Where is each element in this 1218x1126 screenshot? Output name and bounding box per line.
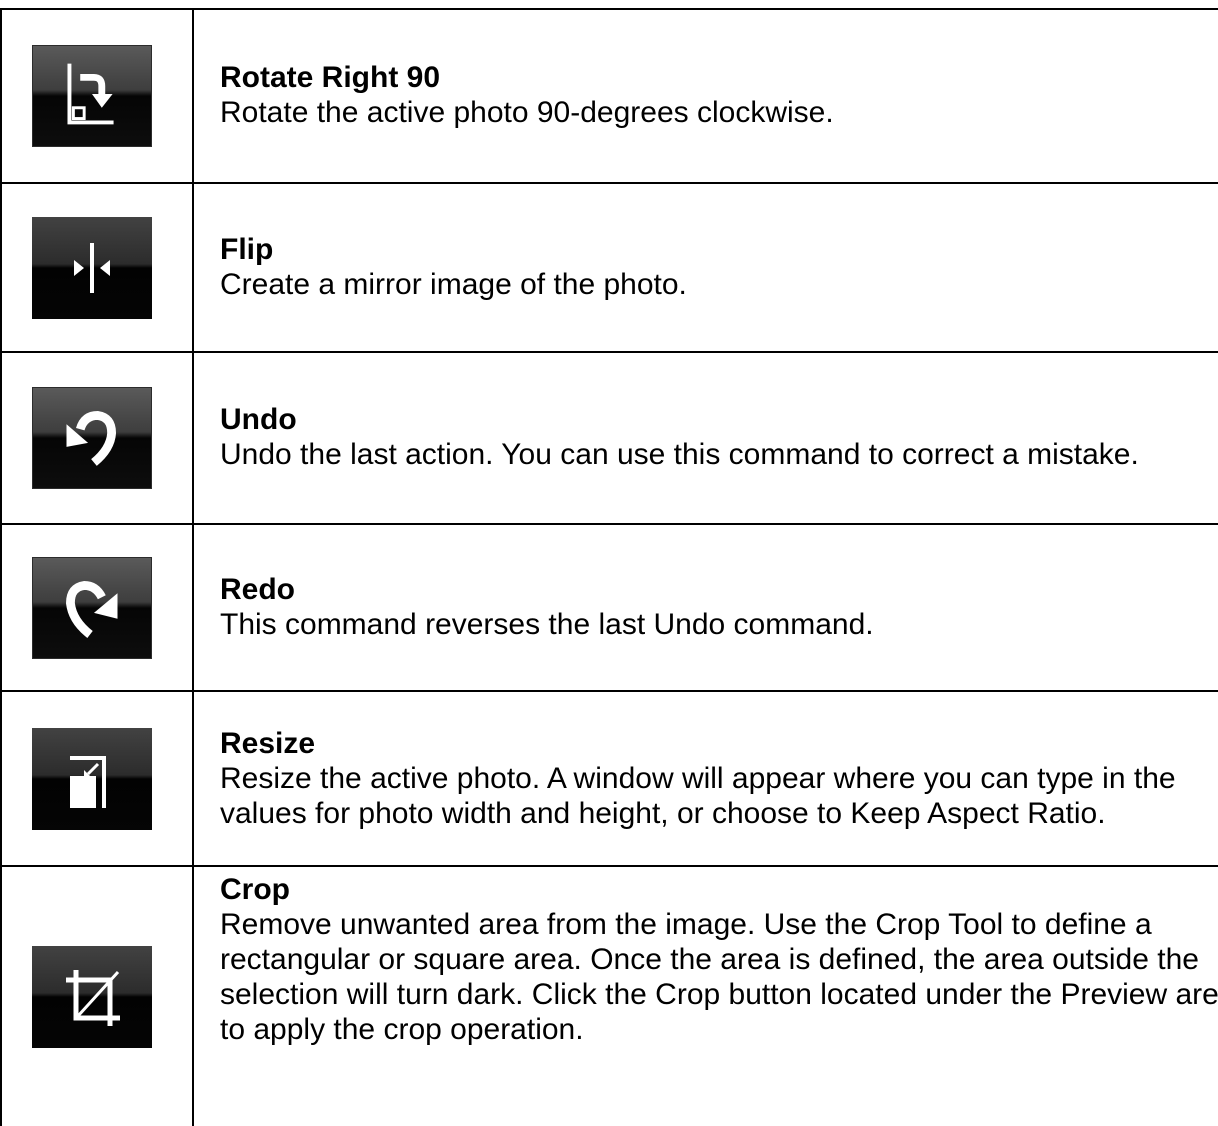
command-row-undo: Undo Undo the last action. You can use t… (0, 351, 1218, 525)
icon-cell (0, 182, 194, 353)
command-description: Resize the active photo. A window will a… (220, 761, 1176, 830)
command-description: Create a mirror image of the photo. (220, 267, 687, 301)
command-description: Rotate the active photo 90-degrees clock… (220, 96, 834, 129)
command-title: Rotate Right 90 (220, 61, 441, 94)
command-description: Undo the last action. You can use this c… (220, 438, 1139, 471)
undo-button[interactable] (32, 387, 152, 489)
flip-icon (74, 242, 110, 293)
command-title: Resize (220, 726, 316, 760)
command-row-flip: Flip Create a mirror image of the photo. (0, 182, 1218, 353)
command-table: Rotate Right 90 Rotate the active photo … (0, 8, 1218, 1126)
icon-cell (0, 8, 194, 184)
flip-button[interactable] (32, 216, 152, 319)
command-row-rotate-right: Rotate Right 90 Rotate the active photo … (0, 8, 1218, 184)
command-description: Remove unwanted area from the image. Use… (220, 908, 1218, 1046)
command-title: Redo (220, 572, 295, 606)
text-cell: Rotate Right 90 Rotate the active photo … (192, 8, 1218, 184)
text-cell: Resize Resize the active photo. A window… (192, 690, 1218, 867)
icon-cell (0, 865, 194, 1126)
text-cell: Undo Undo the last action. You can use t… (192, 351, 1218, 525)
text-wrap: Crop Remove unwanted area from the image… (220, 867, 1218, 1047)
text-cell: Crop Remove unwanted area from the image… (192, 865, 1218, 1126)
icon-cell (0, 351, 194, 525)
command-row-crop: Crop Remove unwanted area from the image… (0, 865, 1218, 1126)
icon-cell (0, 690, 194, 867)
command-title: Flip (220, 232, 274, 266)
command-description: This command reverses the last Undo comm… (220, 607, 874, 641)
resize-button[interactable] (32, 727, 152, 830)
undo-icon (66, 411, 117, 466)
text-cell: Flip Create a mirror image of the photo. (192, 182, 1218, 353)
command-title: Undo (220, 403, 297, 436)
resize-icon (70, 755, 106, 808)
command-row-resize: Resize Resize the active photo. A window… (0, 690, 1218, 867)
crop-icon (66, 969, 120, 1026)
crop-button[interactable] (32, 945, 152, 1048)
icon-cell (0, 523, 194, 692)
command-row-redo: Redo This command reverses the last Undo… (0, 523, 1218, 692)
redo-icon (66, 580, 118, 638)
redo-button[interactable] (32, 556, 152, 659)
rotate-right-button[interactable] (32, 45, 152, 147)
rotate-right-icon (67, 63, 114, 125)
command-title: Crop (220, 873, 290, 906)
text-cell: Redo This command reverses the last Undo… (192, 523, 1218, 692)
